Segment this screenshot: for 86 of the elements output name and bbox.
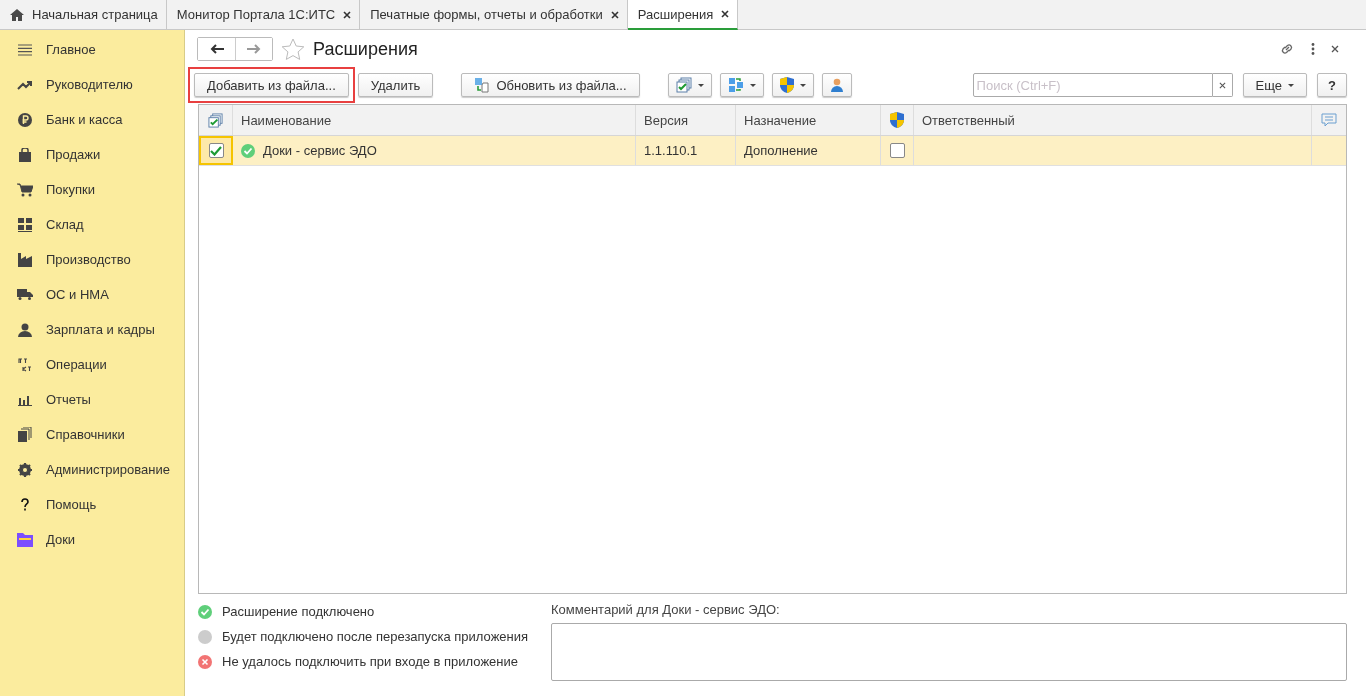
tab[interactable]: Монитор Портала 1С:ИТС [166, 0, 361, 29]
sidebar-item[interactable]: Операции [0, 347, 184, 382]
caret-icon [1288, 83, 1295, 87]
forward-arrow-icon [247, 44, 261, 54]
table-cell: Доки - сервис ЭДО [263, 143, 377, 158]
search-field[interactable]: Поиск (Ctrl+F) [972, 73, 1213, 97]
more-icon[interactable] [1311, 43, 1315, 55]
tab[interactable]: Печатные формы, отчеты и обработки [360, 0, 628, 29]
books-icon [18, 427, 32, 442]
toolbar-button[interactable]: Обновить из файла... [461, 73, 640, 97]
grid-icon [18, 217, 32, 232]
sidebar-item[interactable]: Склад [0, 207, 184, 242]
column-header[interactable]: Назначение [736, 105, 881, 135]
legend-label: Расширение подключено [222, 604, 375, 619]
table-row[interactable]: Доки - сервис ЭДО 1.1.110.1 Дополнение [199, 136, 1346, 166]
checkboxes-icon [675, 77, 692, 93]
cart-icon [17, 182, 33, 197]
comment-label: Комментарий для Доки - сервис ЭДО: [551, 602, 781, 619]
sidebar-item[interactable]: Доки [0, 522, 184, 557]
sidebar-item[interactable]: Руководителю [0, 67, 184, 102]
link-icon[interactable] [1279, 41, 1295, 57]
sidebar-item[interactable]: Покупки [0, 172, 184, 207]
sidebar-item[interactable]: Справочники [0, 417, 184, 452]
clear-icon[interactable] [1218, 81, 1226, 89]
sidebar-item[interactable]: Производство [0, 242, 184, 277]
menu-icon [18, 43, 32, 56]
icon-button[interactable] [771, 73, 814, 97]
debit-credit-icon [18, 357, 32, 372]
sidebar-item[interactable]: Отчеты [0, 382, 184, 417]
close-icon[interactable] [343, 10, 352, 19]
column-header[interactable]: Версия [636, 105, 736, 135]
ruble-icon [18, 112, 32, 127]
close-icon[interactable] [610, 10, 619, 19]
column-header[interactable]: Ответственный [914, 105, 1312, 135]
tab[interactable]: Начальная страница [0, 0, 167, 29]
question-icon [21, 498, 29, 511]
tab[interactable]: Расширения [627, 0, 739, 30]
trend-icon [17, 79, 33, 90]
star-icon[interactable] [281, 37, 305, 61]
home-icon [10, 8, 24, 21]
more-button[interactable]: Еще [1242, 73, 1308, 97]
close-icon[interactable] [1331, 45, 1339, 53]
sidebar-item[interactable]: ОС и НМА [0, 277, 184, 312]
comment-field[interactable] [551, 623, 1347, 681]
sidebar-item[interactable]: Администрирование [0, 452, 184, 487]
back-arrow-icon [209, 44, 224, 54]
toolbar-button[interactable]: Добавить из файла... [194, 73, 349, 97]
blocks-icon [727, 77, 744, 93]
icon-button[interactable] [719, 73, 764, 97]
shield-icon [890, 112, 904, 128]
sidebar-item[interactable]: Помощь [0, 487, 184, 522]
form-title: Расширения [313, 38, 418, 60]
checkbox[interactable] [889, 143, 905, 158]
person-icon [18, 322, 32, 337]
icon-button[interactable] [821, 73, 852, 97]
checkbox[interactable] [208, 143, 224, 158]
sidebar-item[interactable]: Зарплата и кадры [0, 312, 184, 347]
sidebar-item[interactable]: Продажи [0, 137, 184, 172]
shield-icon [779, 77, 794, 93]
status-dot [198, 629, 212, 644]
sidebar-item[interactable]: Главное [0, 32, 184, 67]
help-button[interactable]: ? [1317, 73, 1347, 97]
bag-icon [19, 147, 31, 162]
factory-icon [18, 252, 32, 267]
toolbar-button[interactable]: Удалить [357, 73, 434, 97]
icon-button[interactable] [667, 73, 712, 97]
bar-chart-icon [18, 393, 32, 406]
caret-icon [749, 83, 756, 87]
table-cell: Дополнение [744, 143, 818, 158]
gear-icon [18, 462, 32, 477]
column-header[interactable]: Наименование [233, 105, 636, 135]
caret-icon [697, 83, 704, 87]
truck-icon [17, 289, 33, 300]
close-icon[interactable] [721, 10, 730, 18]
checkboxes-icon [208, 112, 223, 128]
legend-label: Не удалось подключить при входе в приложение [222, 654, 519, 669]
user-icon [829, 78, 844, 92]
comment-icon [1321, 113, 1337, 127]
error-icon [198, 654, 212, 669]
sidebar-item[interactable]: Банк и касса [0, 102, 184, 137]
update-icon [474, 77, 491, 93]
check-circle-icon [198, 604, 212, 619]
folder-icon [17, 532, 33, 547]
caret-icon [799, 83, 806, 87]
table-cell: 1.1.110.1 [644, 143, 698, 158]
legend-label: Будет подключено после перезапуска приложения [222, 629, 529, 644]
